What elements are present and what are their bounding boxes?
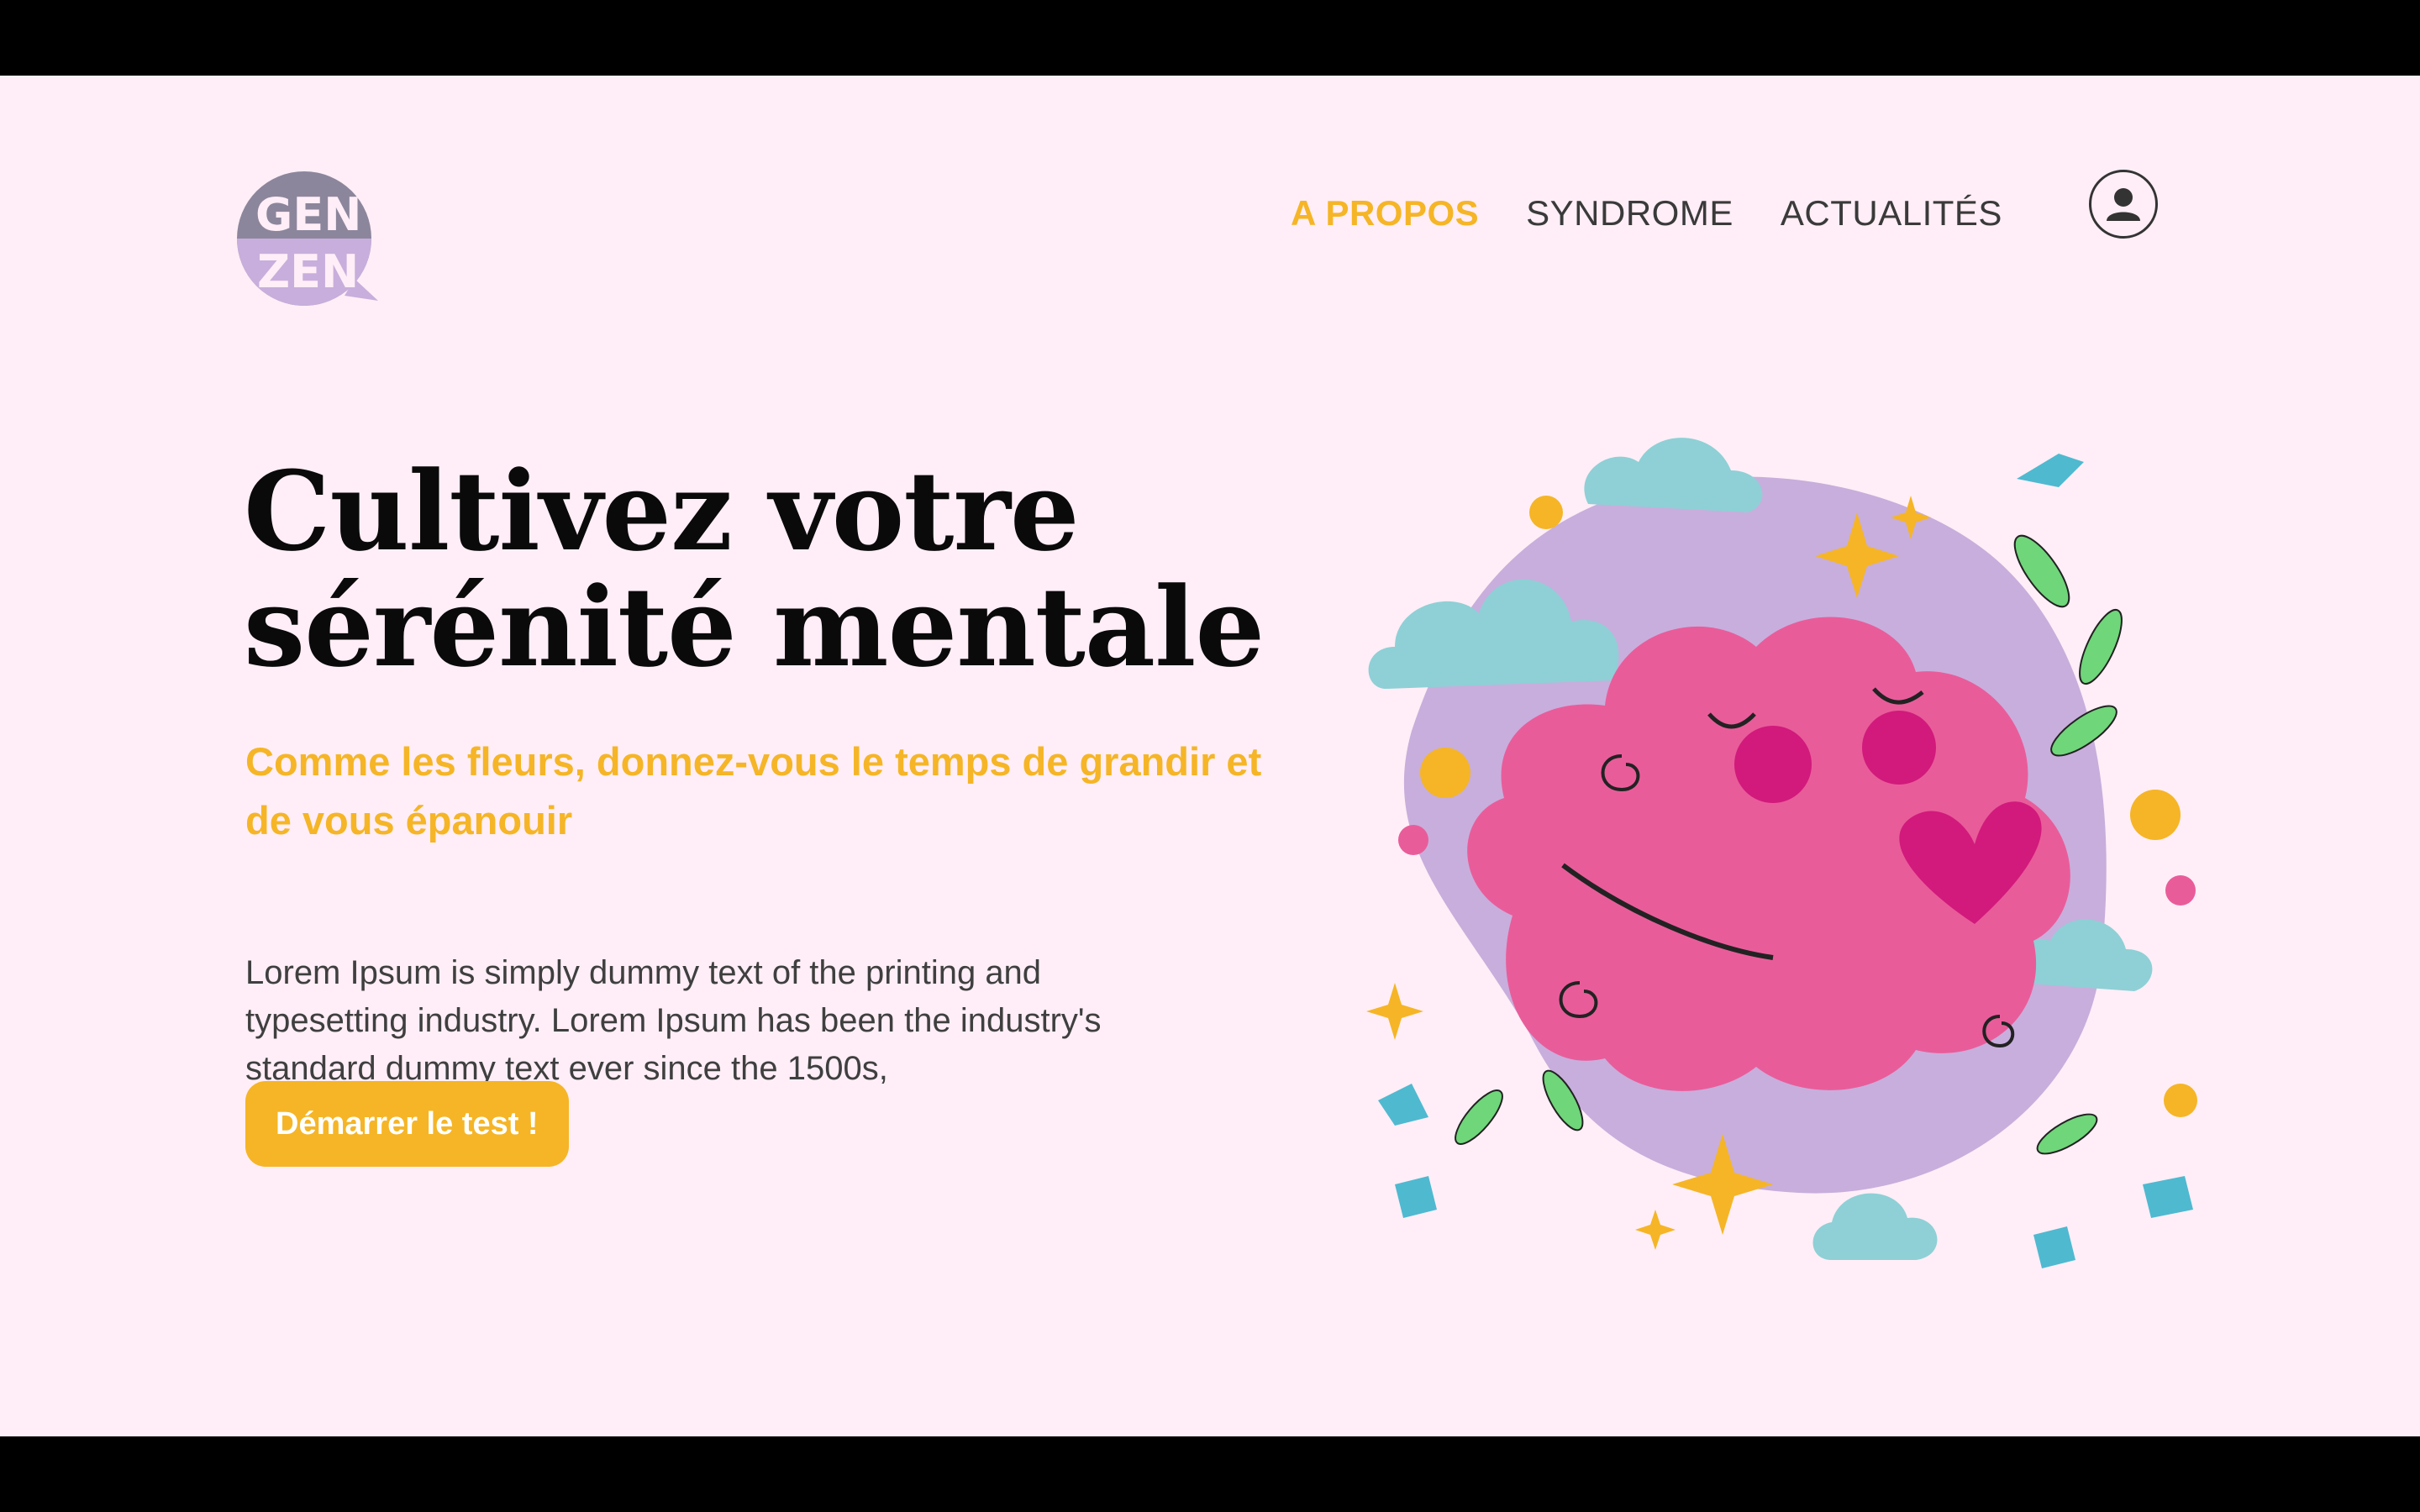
- user-icon: [2107, 188, 2140, 221]
- main-nav: A PROPOS SYNDROME ACTUALITÉS: [1291, 193, 2002, 234]
- letterbox-bottom: [0, 1436, 2420, 1512]
- brand-logo[interactable]: GEN ZEN: [237, 170, 380, 312]
- nav-link-a-propos[interactable]: A PROPOS: [1291, 193, 1479, 234]
- letterbox-top: [0, 0, 2420, 76]
- nav-link-actualites[interactable]: ACTUALITÉS: [1781, 193, 2002, 234]
- start-test-button[interactable]: Démarrer le test !: [245, 1081, 569, 1167]
- landing-page: GEN ZEN A PROPOS SYNDROME ACTUALITÉS Cul…: [0, 76, 2420, 1436]
- logo-icon: GEN ZEN: [237, 171, 378, 306]
- hero-title-line-1: Cultivez votre: [244, 447, 1080, 575]
- hero-description: Lorem Ipsum is simply dummy text of the …: [245, 954, 1102, 1087]
- nav-link-syndrome[interactable]: SYNDROME: [1526, 193, 1733, 234]
- hero-title-line-2: sérénité mentale: [244, 563, 1265, 691]
- hugging-brain-image: [1366, 438, 2197, 1268]
- svg-text:GEN: GEN: [255, 188, 361, 241]
- svg-text:ZEN: ZEN: [257, 245, 359, 298]
- hero-title: Cultivez votre sérénité mentale: [244, 454, 1336, 685]
- hero-subtitle: Comme les fleurs, donnez-vous le temps d…: [245, 739, 1262, 843]
- brain-illustration: [1361, 378, 2235, 1302]
- user-account-button[interactable]: [2089, 170, 2158, 239]
